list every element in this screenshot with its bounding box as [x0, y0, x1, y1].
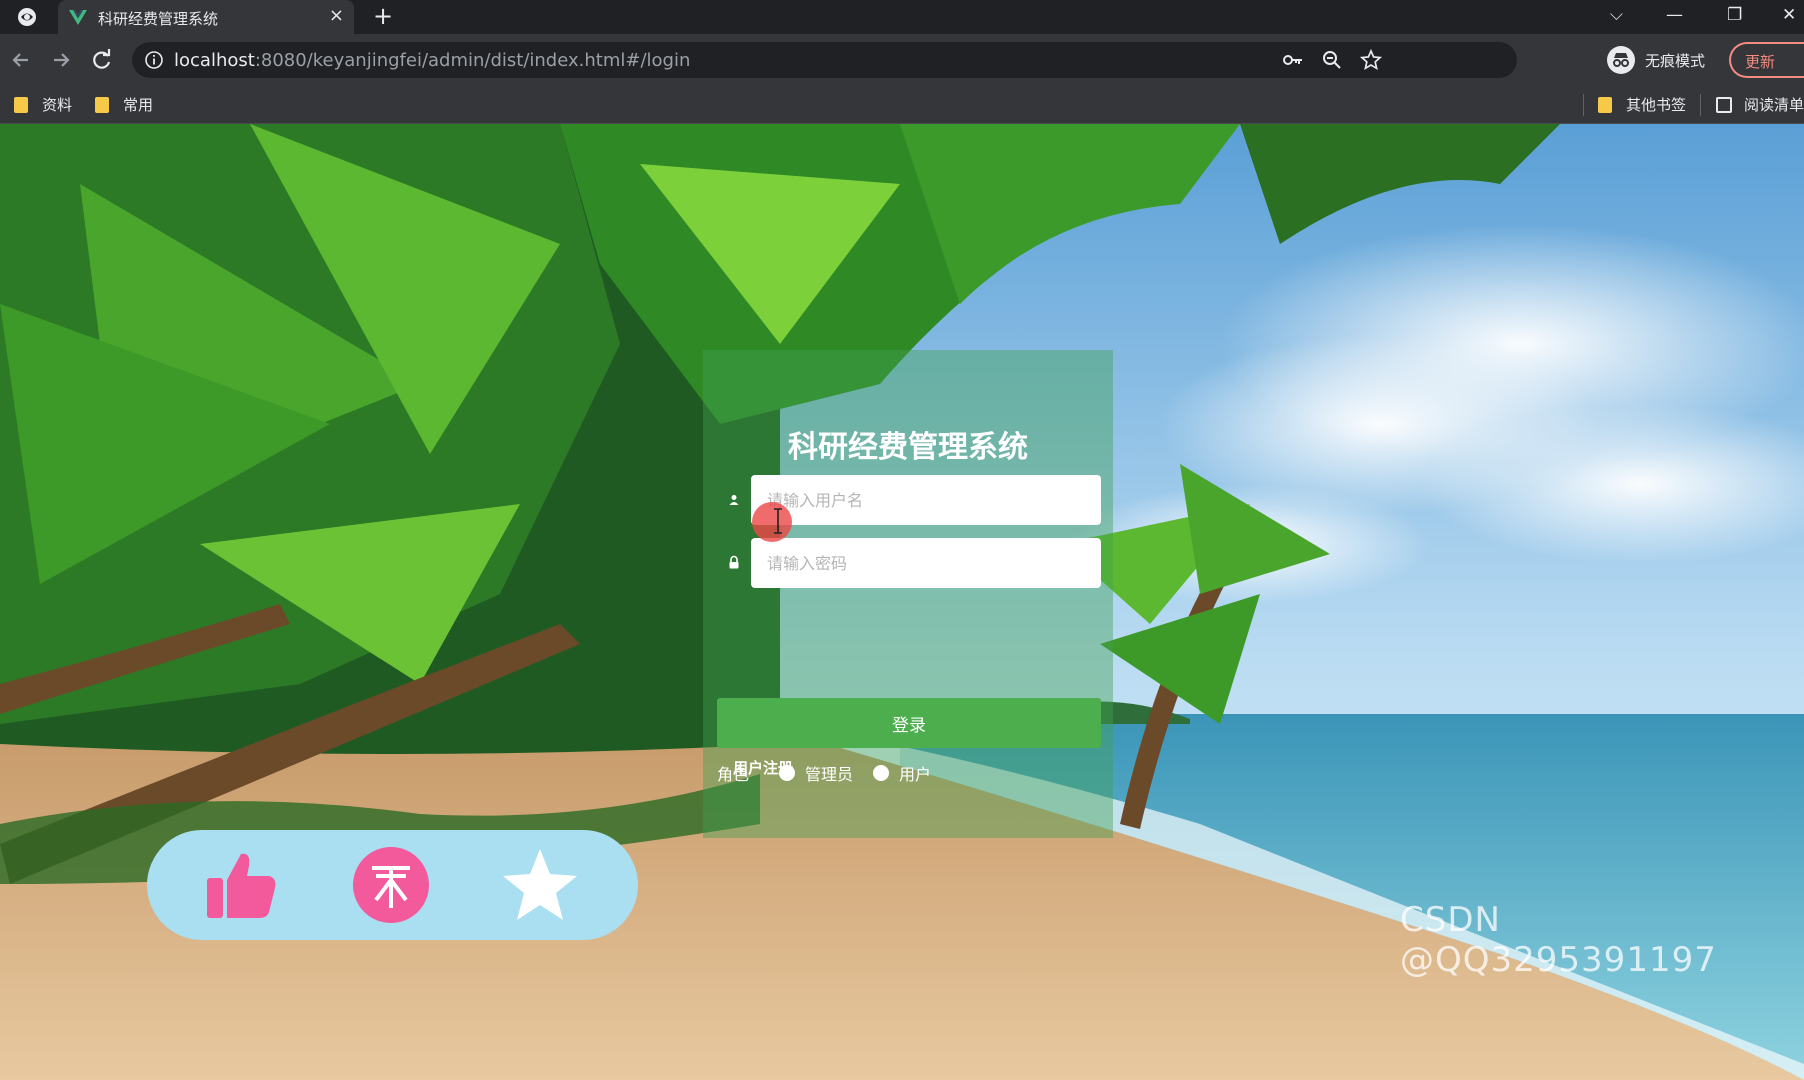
other-bookmarks[interactable]: 其他书签 [1598, 94, 1686, 115]
other-bookmarks-label: 其他书签 [1626, 96, 1687, 114]
browser-logo-icon [18, 8, 36, 26]
bookmark-label: 资料 [42, 96, 73, 114]
url-path: :8080/keyanjingfei/admin/dist/index.html… [254, 50, 691, 71]
thumbs-up-icon[interactable] [203, 846, 281, 924]
update-button[interactable]: 更新 [1729, 42, 1804, 78]
folder-icon [14, 96, 28, 113]
user-icon [729, 495, 739, 505]
register-link[interactable]: 用户注册 [733, 757, 793, 778]
new-tab-button[interactable]: + [373, 3, 393, 29]
reading-list[interactable]: 阅读清单 [1716, 94, 1804, 115]
tab-strip: 科研经费管理系统 × + ⌵ — ❐ ✕ [0, 0, 1804, 34]
active-tab[interactable]: 科研经费管理系统 × [58, 0, 354, 34]
csdn-watermark: CSDN @QQ3295391197 [1400, 900, 1717, 980]
close-window-button[interactable]: ✕ [1782, 2, 1796, 28]
coin-icon[interactable] [352, 846, 430, 924]
reload-icon[interactable] [87, 45, 117, 75]
tab-title: 科研经费管理系统 [98, 10, 219, 28]
bookmark-divider [1583, 94, 1584, 116]
lock-icon [729, 555, 739, 569]
folder-icon [95, 96, 109, 113]
folder-icon [1598, 96, 1612, 113]
radio-user[interactable] [873, 765, 890, 781]
back-arrow-icon[interactable] [6, 45, 36, 75]
login-button[interactable]: 登录 [717, 698, 1101, 748]
login-title: 科研经费管理系统 [788, 430, 1028, 465]
vue-favicon-icon [69, 10, 87, 25]
bookmark-star-icon[interactable] [1360, 49, 1382, 71]
bookmark-label: 常用 [123, 96, 154, 114]
url-host: localhost [174, 50, 255, 71]
url-text: localhost:8080/keyanjingfei/admin/dist/i… [174, 50, 690, 71]
reading-list-label: 阅读清单 [1744, 96, 1804, 114]
role-option-admin[interactable]: 管理员 [805, 761, 853, 785]
tab-close-button[interactable]: × [329, 6, 344, 26]
reading-list-icon [1716, 96, 1732, 113]
minimize-button[interactable]: — [1666, 2, 1683, 28]
star-icon[interactable] [501, 846, 579, 924]
address-bar[interactable]: localhost:8080/keyanjingfei/admin/dist/i… [132, 42, 1517, 78]
site-info-icon[interactable] [144, 50, 164, 70]
tab-search-button[interactable]: ⌵ [1610, 2, 1623, 28]
browser-toolbar: localhost:8080/keyanjingfei/admin/dist/i… [0, 34, 1804, 86]
restore-button[interactable]: ❐ [1727, 2, 1742, 28]
text-cursor-icon [774, 508, 782, 534]
incognito-label: 无痕模式 [1645, 51, 1706, 70]
bookmarks-bar: 资料 常用 其他书签 阅读清单 [0, 86, 1804, 124]
incognito-profile[interactable]: 无痕模式 [1607, 42, 1705, 78]
login-page: 科研经费管理系统 角色 管理员 用户 登录 用户注册 [0, 124, 1804, 1080]
incognito-icon [1607, 46, 1635, 74]
bookmark-folder-changyong[interactable]: 常用 [95, 94, 153, 115]
zoom-icon[interactable] [1321, 49, 1343, 71]
forward-arrow-icon[interactable] [46, 45, 76, 75]
role-option-user[interactable]: 用户 [899, 761, 931, 785]
bookmark-divider [1700, 94, 1701, 116]
bookmark-folder-ziliao[interactable]: 资料 [14, 94, 72, 115]
reaction-bar [147, 830, 638, 940]
username-input[interactable] [751, 475, 1101, 525]
key-icon[interactable] [1282, 49, 1304, 71]
password-input[interactable] [751, 538, 1101, 588]
